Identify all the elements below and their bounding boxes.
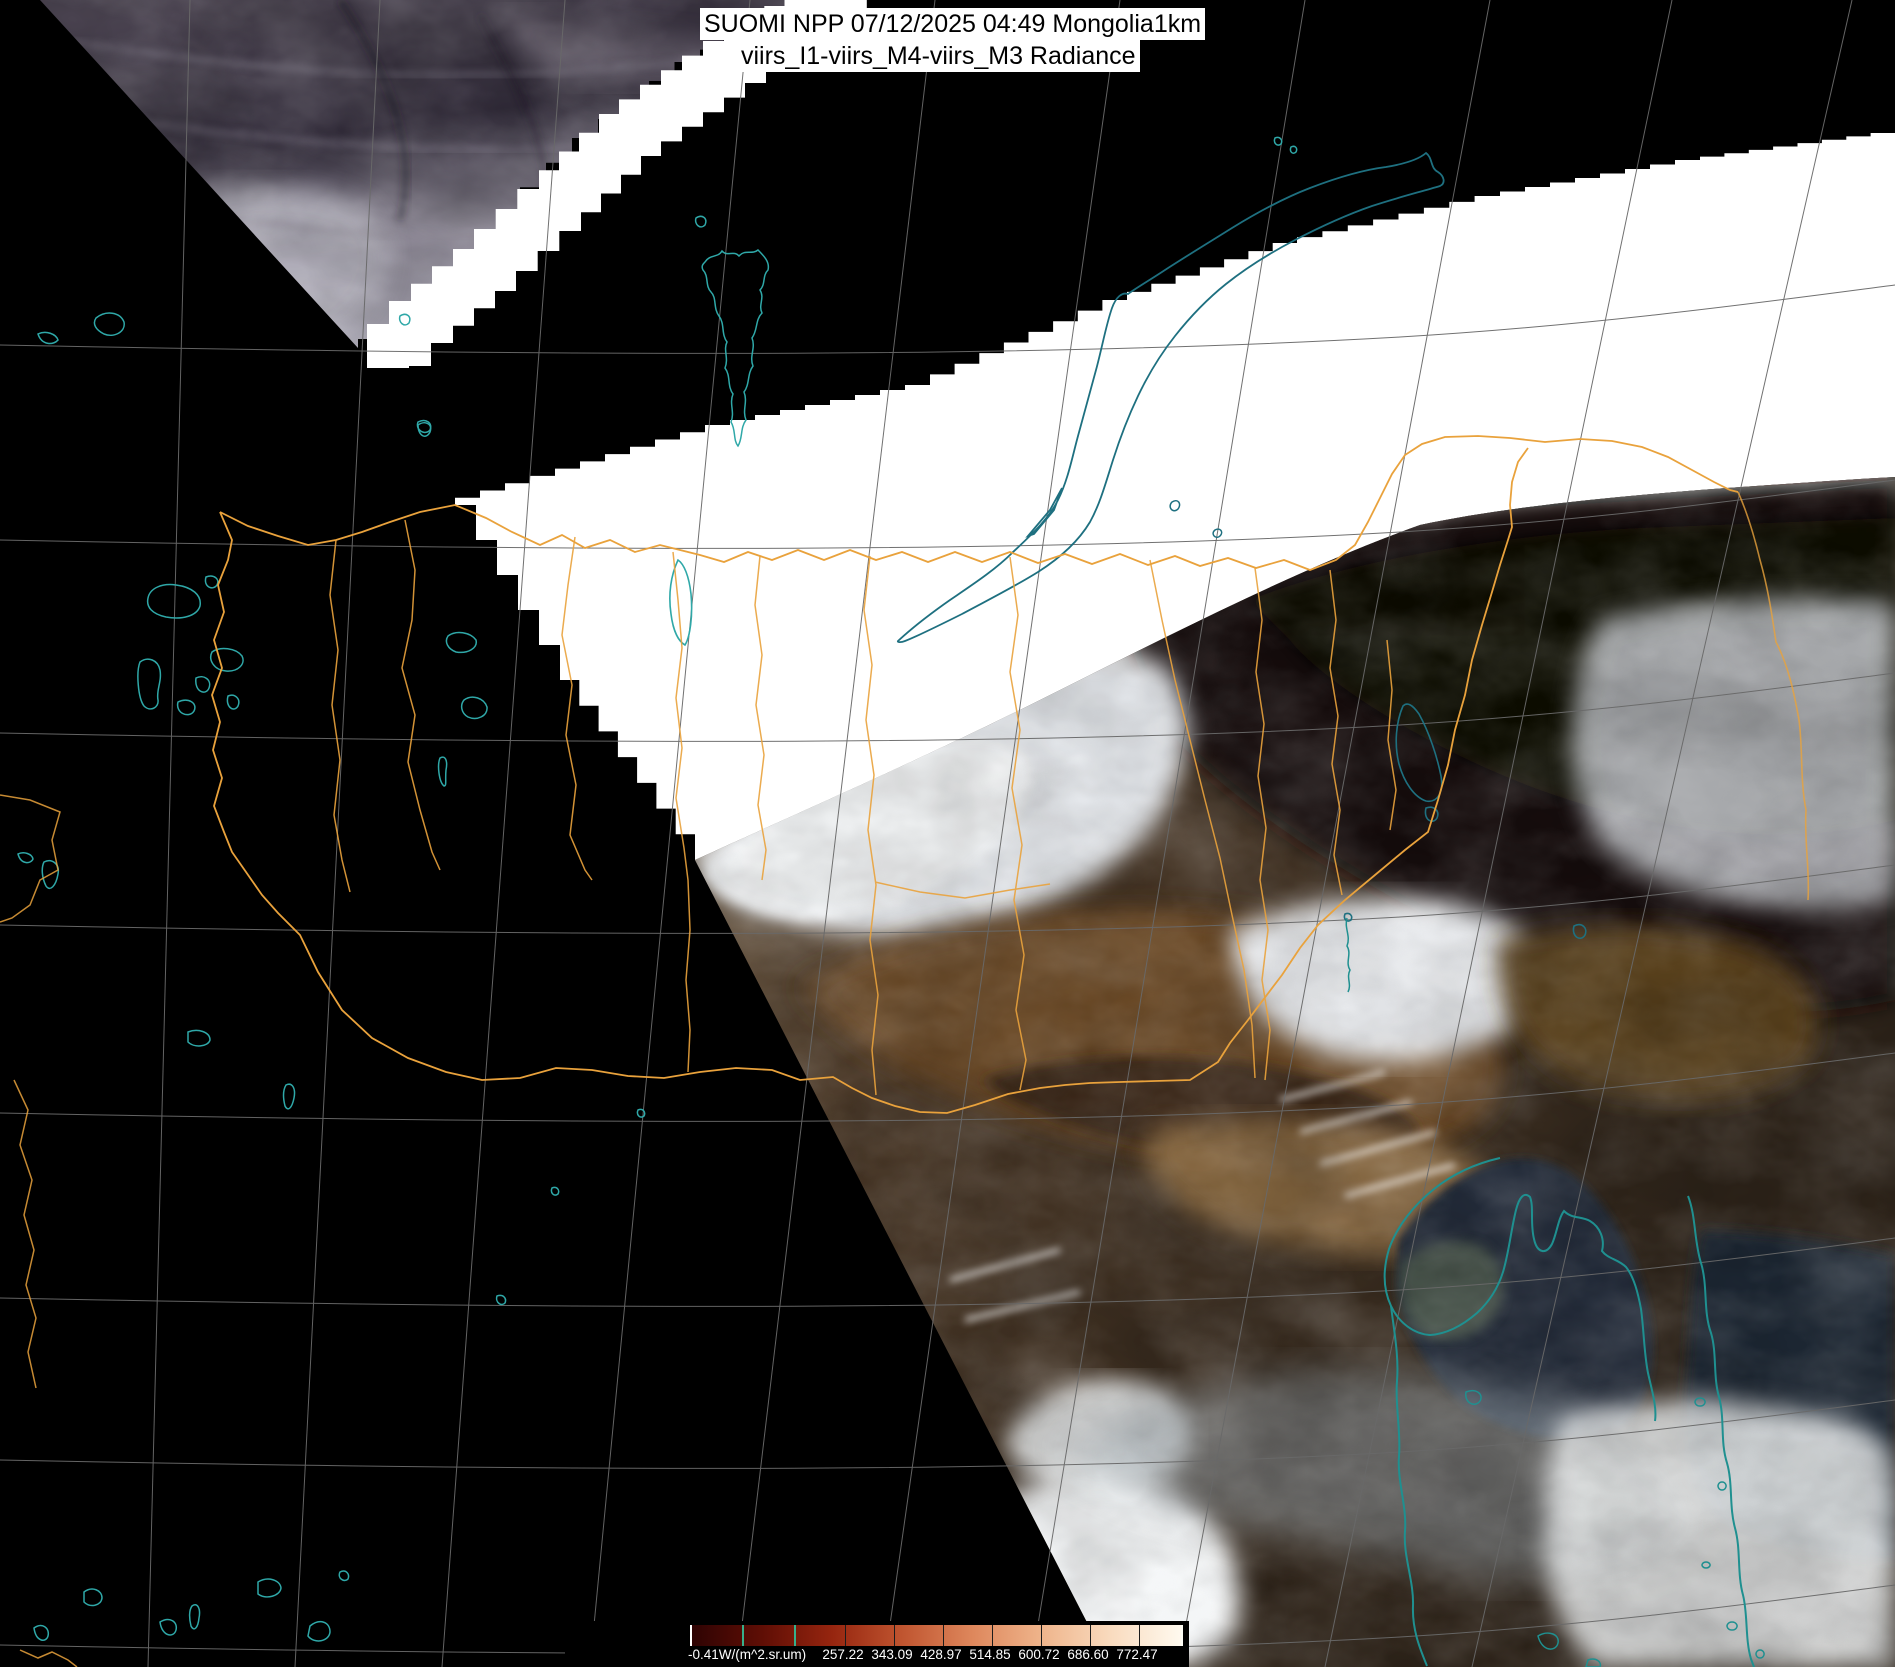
- colorbar-tick-label: 514.85: [969, 1647, 1010, 1662]
- map-title-line2: viirs_I1-viirs_M4-viirs_M3 Radiance: [737, 40, 1140, 72]
- satellite-viewer: SUOMI NPP 07/12/2025 04:49 Mongolia1km v…: [0, 0, 1895, 1667]
- map-title-line1: SUOMI NPP 07/12/2025 04:49 Mongolia1km: [700, 8, 1205, 40]
- colorbar-tick-label: 428.97: [920, 1647, 961, 1662]
- colorbar-gradient-bar: [690, 1625, 1183, 1646]
- colorbar-tick: [1139, 1625, 1140, 1646]
- colorbar: -0.41W/(m^2.sr.um) 257.22 343.09 428.97 514…: [565, 1621, 1189, 1667]
- colorbar-minor-tick: [742, 1625, 744, 1646]
- colorbar-end-tick: [1181, 1625, 1183, 1646]
- colorbar-tick-label: 343.09: [871, 1647, 912, 1662]
- colorbar-tick-label: 772.47: [1116, 1647, 1157, 1662]
- colorbar-tick: [1041, 1625, 1042, 1646]
- colorbar-tick-label: 600.72: [1018, 1647, 1059, 1662]
- colorbar-unit-label: -0.41W/(m^2.sr.um): [688, 1647, 806, 1662]
- colorbar-tick: [894, 1625, 895, 1646]
- colorbar-tick: [845, 1625, 846, 1646]
- colorbar-tick: [1090, 1625, 1091, 1646]
- colorbar-tick-label: 257.22: [822, 1647, 863, 1662]
- colorbar-tick-label: 686.60: [1067, 1647, 1108, 1662]
- colorbar-minor-tick: [794, 1625, 796, 1646]
- satellite-image-canvas: [0, 0, 1895, 1667]
- colorbar-tick: [943, 1625, 944, 1646]
- colorbar-labels: -0.41W/(m^2.sr.um) 257.22 343.09 428.97 514…: [565, 1646, 1189, 1666]
- colorbar-tick: [992, 1625, 993, 1646]
